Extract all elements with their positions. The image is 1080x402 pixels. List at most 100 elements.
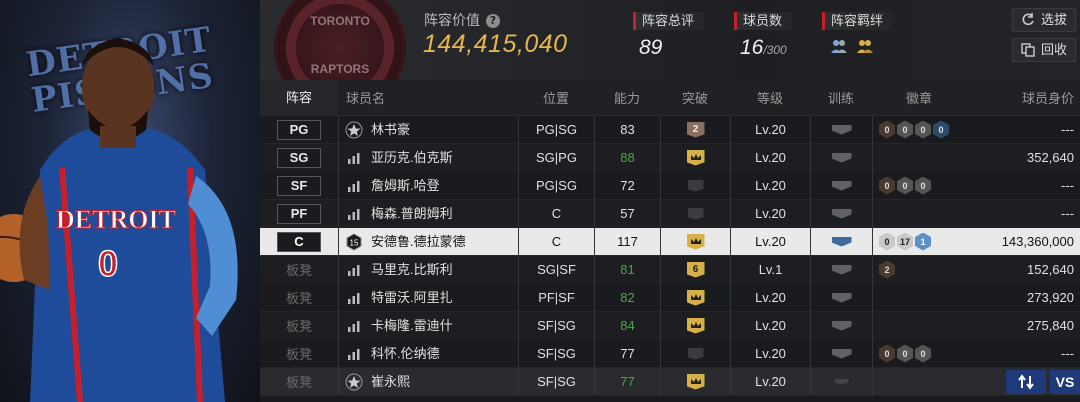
crown-icon	[686, 149, 705, 166]
badge-hex[interactable]: 0	[879, 176, 895, 195]
bench-label: 板凳	[285, 319, 312, 334]
player-name: 林书豪	[371, 121, 411, 137]
crown-icon	[686, 233, 705, 250]
player-value: 152,640	[1027, 261, 1074, 277]
badge-hex[interactable]: 2	[879, 260, 895, 279]
badge-hex[interactable]: 0	[915, 120, 931, 139]
lineup-value: 144,415,040	[423, 30, 568, 58]
help-icon[interactable]: ?	[486, 14, 500, 28]
badge-hex[interactable]: 0	[897, 176, 913, 195]
position-slot[interactable]: C	[277, 231, 321, 252]
player-level: Lv.20	[730, 339, 810, 368]
bond-group-icon[interactable]	[830, 38, 848, 54]
star-rank-icon	[345, 121, 363, 138]
player-value: 352,640	[1027, 149, 1074, 165]
position-slot[interactable]: SF	[277, 175, 321, 196]
logo-top-text: TORONTO	[310, 14, 370, 28]
lineup-bond-stat: 阵容羁绊	[822, 10, 894, 54]
player-ability: 84	[594, 311, 660, 340]
table-row[interactable]: PG 林书豪 PG|SG 83 2 Lv.20 0 0 0 0 ---	[260, 115, 1080, 144]
training-icon[interactable]	[831, 124, 852, 135]
training-icon[interactable]	[831, 152, 852, 163]
training-icon[interactable]	[831, 292, 852, 303]
table-row[interactable]: SF 詹姆斯.哈登 PG|SG 72 Lv.20 0 0 0 ---	[260, 171, 1080, 200]
player-value: 143,360,000	[1001, 233, 1074, 249]
col-slot[interactable]: 阵容	[260, 79, 338, 116]
player-level: Lv.20	[730, 367, 810, 396]
breakthrough-empty-icon	[687, 179, 704, 192]
crown-icon	[686, 289, 705, 306]
player-ability: 82	[594, 283, 660, 312]
col-name[interactable]: 球员名	[338, 88, 518, 107]
table-row[interactable]: PF 梅森.普朗姆利 C 57 Lv.20 ---	[260, 199, 1080, 228]
table-row[interactable]: SG 亚历克.伯克斯 SG|PG 88 Lv.20 352,640	[260, 143, 1080, 172]
signal-rank-icon	[348, 320, 360, 332]
signal-rank-icon	[348, 180, 360, 192]
badge-hex[interactable]: 0	[915, 176, 931, 195]
signal-rank-icon	[348, 264, 360, 276]
vs-button[interactable]: VS	[1050, 369, 1080, 394]
training-icon[interactable]	[831, 208, 852, 219]
lineup-table: 阵容 球员名 位置 能力 突破 等级 训练 徽章 球员身价 PG 林书豪 PG|SG…	[260, 79, 1080, 402]
col-value[interactable]: 球员身价	[960, 88, 1080, 107]
col-position[interactable]: 位置	[518, 88, 594, 107]
recycle-button[interactable]: 回收	[1012, 38, 1076, 62]
col-training[interactable]: 训练	[810, 88, 872, 107]
jersey-text: DETROIT	[56, 205, 176, 234]
player-name: 安德鲁.德拉蒙德	[371, 233, 466, 249]
player-name: 科怀.伦纳德	[371, 345, 440, 361]
col-level[interactable]: 等级	[730, 88, 810, 107]
swap-button[interactable]	[1006, 369, 1046, 394]
training-icon[interactable]	[831, 348, 852, 359]
breakthrough-empty-icon	[687, 207, 704, 220]
col-breakthrough[interactable]: 突破	[660, 88, 730, 107]
badge-hex[interactable]: 17	[897, 232, 913, 251]
training-icon[interactable]	[831, 264, 852, 275]
bond-gold-icon[interactable]	[856, 38, 874, 54]
player-name: 特雷沃.阿里扎	[371, 289, 453, 305]
table-row[interactable]: 板凳 马里克.比斯利 SG|SF 81 6 Lv.1 2 152,640	[260, 255, 1080, 284]
table-row[interactable]: 板凳 卡梅隆.雷迪什 SF|SG 84 Lv.20 275,840	[260, 311, 1080, 340]
table-body: PG 林书豪 PG|SG 83 2 Lv.20 0 0 0 0 --- SG 亚历克.伯克斯 SG|PG 8…	[260, 115, 1080, 396]
col-ability[interactable]: 能力	[594, 88, 660, 107]
position-slot[interactable]: PG	[277, 119, 321, 140]
training-icon[interactable]	[831, 180, 852, 191]
badge-hex[interactable]: 0	[897, 120, 913, 139]
badge-hex[interactable]: 0	[879, 344, 895, 363]
training-icon[interactable]	[831, 236, 852, 247]
player-name: 马里克.比斯利	[371, 261, 453, 277]
total-rating-value: 89	[639, 36, 663, 59]
table-row[interactable]: 板凳 特雷沃.阿里扎 PF|SF 82 Lv.20 273,920	[260, 283, 1080, 312]
player-position: C	[518, 227, 594, 256]
bench-label: 板凳	[285, 375, 312, 390]
badge-hex[interactable]: 1	[915, 232, 931, 251]
player-ability: 77	[594, 339, 660, 368]
badge-hex[interactable]: 0	[879, 232, 895, 251]
player-level: Lv.20	[730, 115, 810, 144]
position-slot[interactable]: PF	[277, 203, 321, 224]
player-name: 亚历克.伯克斯	[371, 149, 453, 165]
table-row[interactable]: 板凳 科怀.伦纳德 SF|SG 77 Lv.20 0 0 0 ---	[260, 339, 1080, 368]
col-badges[interactable]: 徽章	[872, 88, 960, 107]
badge-hex[interactable]: 0	[897, 344, 913, 363]
position-slot[interactable]: SG	[277, 147, 321, 168]
select-button[interactable]: 选拔	[1012, 8, 1076, 32]
training-icon[interactable]	[831, 320, 852, 331]
crown-icon	[686, 317, 705, 334]
badge-hex[interactable]: 0	[933, 120, 949, 139]
player-position: PG|SG	[518, 115, 594, 144]
table-row[interactable]: 板凳 崔永熙 SF|SG 77 Lv.20 VS	[260, 367, 1080, 396]
badge-hex[interactable]: 0	[879, 120, 895, 139]
player-value: ---	[1061, 121, 1074, 137]
crown-icon	[686, 373, 705, 390]
player-level: Lv.1	[730, 255, 810, 284]
player-position: PG|SG	[518, 171, 594, 200]
training-icon[interactable]	[834, 378, 849, 385]
player-name: 梅森.普朗姆利	[371, 205, 453, 221]
player-name: 崔永熙	[371, 373, 411, 389]
table-row[interactable]: C 15 安德鲁.德拉蒙德 C 117 Lv.20 0 17 1 143,360,000	[260, 227, 1080, 256]
signal-rank-icon	[348, 152, 360, 164]
player-value: ---	[1061, 345, 1074, 361]
player-value: ---	[1061, 177, 1074, 193]
badge-hex[interactable]: 0	[915, 344, 931, 363]
